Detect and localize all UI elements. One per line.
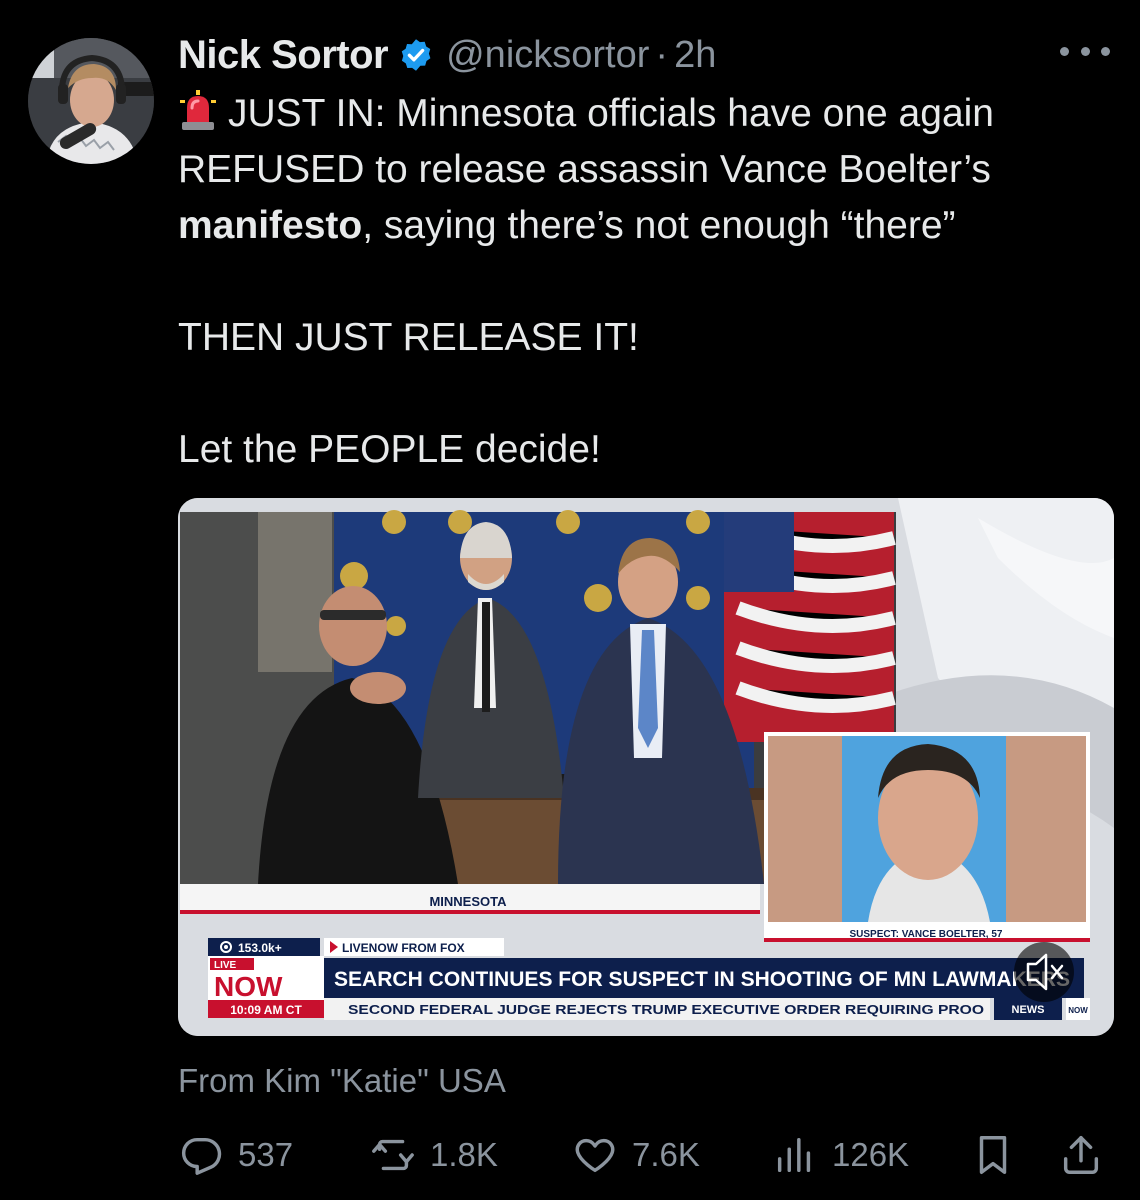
video-ticker: SECOND FEDERAL JUDGE REJECTS TRUMP EXECU… — [348, 1002, 984, 1017]
tweet-line-5: Let the PEOPLE decide! — [178, 428, 601, 471]
bookmark-icon — [979, 1136, 1007, 1174]
views-button[interactable]: 126K — [772, 1128, 909, 1182]
tweet-line-2: REFUSED to release assassin Vance Boelte… — [178, 148, 991, 191]
reply-count: 537 — [238, 1136, 294, 1173]
media-source-credit[interactable]: From Kim "Katie" USA — [178, 1062, 506, 1100]
repost-icon — [372, 1139, 414, 1171]
share-icon — [1063, 1136, 1099, 1174]
share-button[interactable] — [1058, 1128, 1118, 1182]
inset-caption: SUSPECT: VANCE BOELTER, 57 — [850, 929, 1003, 940]
tweet-line-3-rest: , saying there’s not enough “there” — [362, 204, 956, 247]
header-separator: · — [655, 33, 669, 76]
avatar-photo — [28, 38, 154, 164]
tweet-line-3: manifesto, saying there’s not enough “th… — [178, 198, 1108, 254]
tweet-header: Nick Sortor @nicksortor · 2h — [178, 30, 716, 80]
live-clock: 10:09 AM CT — [230, 1003, 302, 1017]
tweet-line-1: JUST IN: Minnesota officials have one ag… — [178, 86, 1108, 142]
live-label: LIVE — [214, 960, 237, 971]
author-avatar[interactable] — [28, 38, 154, 164]
bookmark-button[interactable] — [970, 1128, 1030, 1182]
like-button[interactable]: 7.6K — [572, 1128, 700, 1182]
news-label: NEWS — [1012, 1004, 1045, 1016]
author-name[interactable]: Nick Sortor — [178, 33, 389, 78]
tweet-line-4: THEN JUST RELEASE IT! — [178, 316, 639, 359]
video-player[interactable]: MINNESOTA SUSPECT: VANCE BOELTER, 57 153… — [178, 498, 1114, 1036]
tweet-bold-word: manifesto — [178, 204, 363, 247]
reply-icon — [181, 1137, 222, 1175]
police-siren-emoji — [180, 90, 216, 130]
video-source-tag: LIVENOW FROM FOX — [342, 941, 465, 955]
more-options-icon[interactable] — [1060, 36, 1110, 66]
like-count: 7.6K — [632, 1136, 700, 1173]
corner-label: NOW — [1068, 1006, 1088, 1015]
video-location-label: MINNESOTA — [429, 894, 507, 909]
verified-badge-icon — [401, 39, 431, 71]
reply-button[interactable]: 537 — [178, 1128, 293, 1182]
muted-speaker-icon[interactable] — [1014, 942, 1074, 1002]
repost-count: 1.8K — [430, 1136, 498, 1173]
video-headline: SEARCH CONTINUES FOR SUSPECT IN SHOOTING… — [334, 968, 1070, 991]
views-count: 126K — [832, 1136, 910, 1173]
tweet-body: JUST IN: Minnesota officials have one ag… — [178, 86, 1108, 478]
action-bar: 537 1.8K 7.6K 126K — [178, 1128, 1114, 1182]
heart-icon — [575, 1138, 615, 1173]
repost-button[interactable]: 1.8K — [370, 1128, 498, 1182]
author-handle[interactable]: @nicksortor — [446, 34, 649, 77]
viewer-count: 153.0k+ — [238, 941, 282, 955]
post-time[interactable]: 2h — [674, 34, 716, 77]
tweet-line-1-text: JUST IN: Minnesota officials have one ag… — [228, 92, 994, 135]
video-frame: MINNESOTA SUSPECT: VANCE BOELTER, 57 153… — [178, 498, 1114, 1036]
views-chart-icon — [777, 1137, 811, 1173]
now-label: NOW — [214, 971, 283, 1002]
